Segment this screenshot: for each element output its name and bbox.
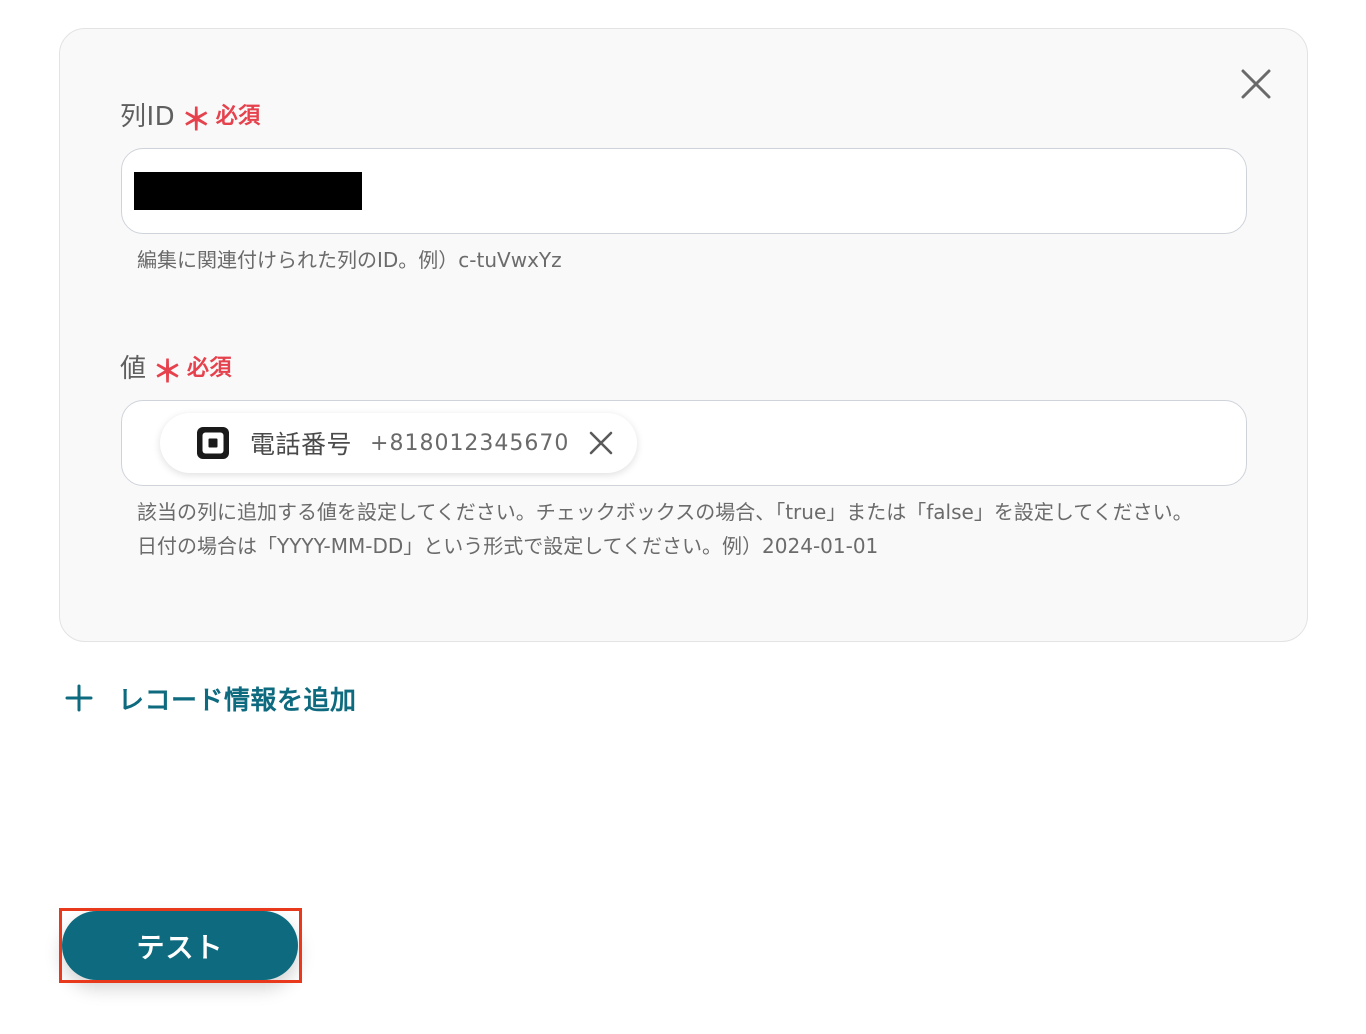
square-logo-icon [197, 427, 229, 459]
plus-icon [65, 684, 93, 712]
value-help-line-1: 該当の列に追加する値を設定してください。チェックボックスの場合、「true」また… [137, 500, 1193, 524]
chip-label: 電話番号 [250, 430, 353, 459]
variable-chip[interactable]: 電話番号 +818012345670 [160, 413, 638, 473]
close-icon [1241, 69, 1271, 99]
page: 列ID ＊ 必須 編集に関連付けられた列のID。例）c-tuVwxYz 値 ＊ … [0, 0, 1366, 1034]
column-id-input[interactable] [121, 148, 1247, 234]
required-star: ＊ [181, 103, 212, 138]
value-help: 該当の列に追加する値を設定してください。チェックボックスの場合、「true」また… [137, 495, 1193, 563]
redacted-value [134, 172, 362, 210]
required-text: 必須 [187, 356, 233, 381]
chip-value: +818012345670 [370, 430, 570, 456]
value-input[interactable]: 電話番号 +818012345670 [121, 400, 1247, 486]
column-id-label-text: 列ID [120, 101, 176, 132]
column-id-label: 列ID ＊ 必須 [120, 92, 261, 139]
value-label: 値 ＊ 必須 [120, 344, 233, 391]
test-button-highlight [59, 908, 302, 983]
close-button[interactable] [1236, 64, 1276, 104]
value-label-text: 値 [120, 353, 147, 384]
add-record-label: レコード情報を追加 [118, 685, 357, 716]
add-record-button[interactable]: レコード情報を追加 [64, 676, 357, 720]
required-star: ＊ [152, 355, 184, 390]
column-id-help-line: 編集に関連付けられた列のID。例）c-tuVwxYz [137, 248, 562, 272]
required-text: 必須 [215, 104, 261, 129]
value-help-line-2: 日付の場合は「YYYY-MM-DD」という形式で設定してください。例）2024-… [137, 534, 879, 558]
column-id-help: 編集に関連付けられた列のID。例）c-tuVwxYz [137, 243, 562, 277]
chip-remove-icon[interactable] [587, 429, 615, 457]
